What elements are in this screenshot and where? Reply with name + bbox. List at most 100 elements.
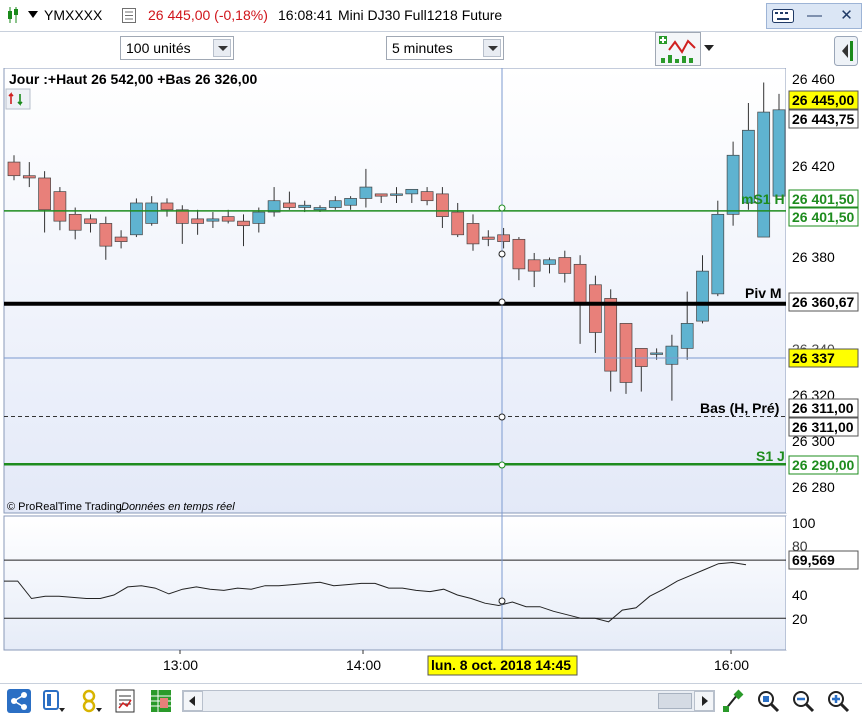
- spreadsheet-icon[interactable]: [148, 688, 174, 714]
- report-icon[interactable]: [113, 688, 139, 714]
- chart-area[interactable]: Jour :+Haut 26 542,00 +Bas 26 326,00 © P…: [0, 67, 862, 683]
- candle-body: [359, 186, 373, 199]
- indicator-tick: 40: [792, 587, 808, 603]
- candle-body: [374, 193, 388, 197]
- candle-body: [7, 161, 21, 177]
- price-tick: 26 460: [792, 71, 835, 87]
- candle-body: [527, 259, 541, 272]
- crosshair-price-label: 26 337: [792, 350, 835, 366]
- candle-body: [283, 202, 296, 208]
- zoom-fit-icon[interactable]: [755, 688, 781, 714]
- scroll-right-button[interactable]: [694, 691, 714, 711]
- interval-select[interactable]: 5 minutes: [386, 36, 504, 60]
- scroll-left-button[interactable]: [183, 691, 203, 711]
- level-price-label: 26 401,50: [792, 209, 854, 225]
- candle-body: [680, 323, 694, 349]
- indicators-icon[interactable]: [655, 32, 701, 66]
- candle-body: [53, 191, 67, 222]
- crosshair-marker: [498, 250, 506, 258]
- candle-body: [328, 200, 342, 208]
- candle-body: [497, 234, 510, 242]
- scroll-thumb[interactable]: [658, 693, 692, 709]
- candle-body: [696, 270, 709, 322]
- time-scrollbar[interactable]: [182, 690, 715, 712]
- indicator-tick: 100: [792, 515, 816, 531]
- candle: [711, 200, 725, 297]
- indicators-dropdown-icon[interactable]: [703, 44, 715, 52]
- candle-body: [84, 218, 97, 224]
- candle-body: [665, 345, 679, 365]
- candle-body: [650, 352, 663, 355]
- day-high-low-info: Jour :+Haut 26 542,00 +Bas 26 326,00: [9, 71, 257, 87]
- candle-body: [604, 298, 618, 372]
- candle-body: [160, 202, 174, 211]
- candle-body: [573, 263, 587, 304]
- level-price-label: 26 290,00: [792, 457, 854, 473]
- candlestick-icon: [8, 7, 18, 23]
- interval-select-value: 5 minutes: [392, 40, 453, 56]
- candle-body: [466, 223, 480, 245]
- share-icon[interactable]: [6, 688, 32, 714]
- candle-body: [145, 202, 159, 224]
- title-bar: YMXXXX 26 445,00 (-0,18%) 16:08:41 Mini …: [0, 0, 862, 32]
- candle-body: [191, 218, 204, 224]
- candle-body: [38, 177, 51, 211]
- units-select[interactable]: 100 unités: [120, 36, 234, 60]
- candle-body: [175, 209, 189, 224]
- candle-body: [22, 175, 36, 179]
- level-price-label: 26 311,00: [792, 400, 854, 416]
- candle-body: [589, 284, 602, 333]
- bottom-toolbar: [0, 683, 862, 719]
- chevron-down-icon[interactable]: [483, 39, 501, 57]
- level-price-label: 26 401,50: [792, 191, 854, 207]
- pivot-label: Piv M: [745, 285, 782, 301]
- candle-body: [634, 348, 648, 367]
- crosshair-marker: [498, 413, 506, 421]
- instrument-description: Mini DJ30 Full1218 Future: [338, 7, 503, 23]
- keyboard-icon[interactable]: [767, 4, 798, 28]
- chevron-down-icon[interactable]: [213, 39, 231, 57]
- minimize-icon[interactable]: —: [799, 4, 830, 28]
- candle-body: [206, 218, 220, 222]
- last-price-label: 26 445,00: [792, 92, 854, 108]
- price-chart[interactable]: Jour :+Haut 26 542,00 +Bas 26 326,00 © P…: [0, 67, 862, 683]
- candle-body: [420, 191, 434, 202]
- crosshair-marker: [498, 461, 506, 469]
- candle-body: [298, 204, 312, 208]
- candle-body: [130, 202, 143, 236]
- link-icon[interactable]: [78, 688, 104, 714]
- candle-body: [252, 211, 266, 224]
- candle-body: [757, 111, 771, 238]
- layout-icon[interactable]: [41, 688, 67, 714]
- footer-realtime: Données en temps réel: [121, 501, 235, 513]
- price-tick: 26 420: [792, 158, 835, 174]
- indicator-axis: [786, 516, 862, 650]
- candle-body: [543, 259, 556, 265]
- close-icon[interactable]: ✕: [831, 4, 862, 28]
- low-label: Bas (H, Pré): [700, 400, 779, 416]
- zoom-in-icon[interactable]: [825, 688, 851, 714]
- zoom-out-icon[interactable]: [790, 688, 816, 714]
- candle-body: [114, 236, 128, 242]
- candle-body: [512, 238, 526, 270]
- chart-toolbar: 100 unités 5 minutes: [0, 32, 862, 68]
- indicator-tick: 20: [792, 611, 808, 627]
- candle-body: [344, 198, 357, 206]
- candle-body: [390, 193, 403, 196]
- instrument-name[interactable]: YMXXXX: [44, 7, 102, 23]
- refresh-icon[interactable]: [5, 88, 31, 110]
- pivot-price-label: 26 360,67: [792, 294, 854, 310]
- time-axis: 13:00 14:00 16:00 lun. 8 oct. 2018 14:45: [163, 650, 749, 676]
- candle-body: [68, 213, 82, 231]
- price-label: 26 443,75: [792, 111, 854, 127]
- side-panel-toggle-icon[interactable]: [834, 36, 858, 66]
- price-tick: 26 280: [792, 479, 835, 495]
- candle-body: [237, 220, 250, 227]
- time-label: 14:00: [346, 657, 381, 673]
- quote-time: 16:08:41: [278, 7, 333, 23]
- units-select-value: 100 unités: [126, 40, 191, 56]
- draw-tools-icon[interactable]: [720, 688, 746, 714]
- instrument-dropdown-icon[interactable]: [28, 11, 38, 19]
- list-icon[interactable]: [122, 8, 136, 23]
- crosshair-marker: [498, 298, 506, 306]
